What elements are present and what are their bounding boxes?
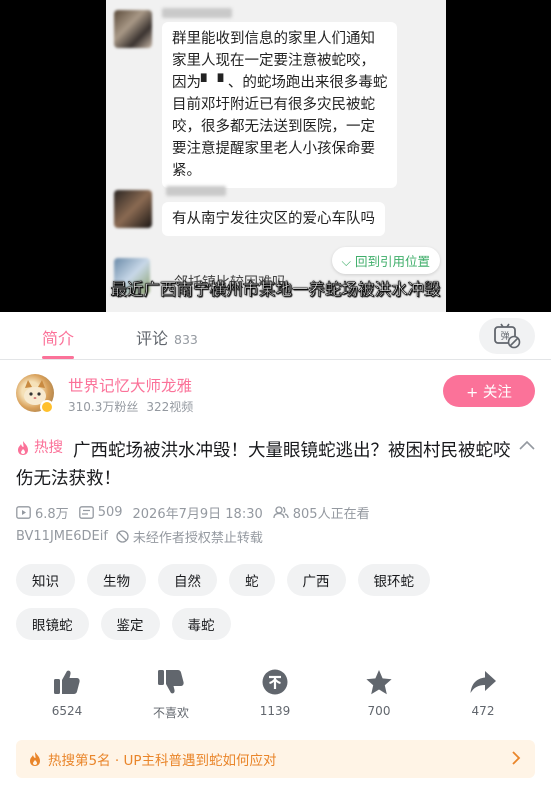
chat-message: 群里能收到信息的家里人们通知 家里人现在一定要注意被蛇咬， 因为▘▝ 、的蛇场跑… (162, 22, 398, 188)
dislike-label: 不喜欢 (152, 706, 189, 720)
watching-count: 805人正在看 (292, 506, 370, 522)
danmaku-toggle-button[interactable]: 弹 (479, 318, 535, 354)
video-count: 322视频 (146, 400, 194, 414)
bvid-line: BV11JME6DEif 未经作者授权禁止转载 (16, 527, 535, 546)
uploader-name[interactable]: 世界记忆大师龙雅 (68, 374, 192, 396)
title-section: 热搜 广西蛇场被洪水冲毁！大量眼镜蛇逃出？被困村民被蛇咬伤无法获救！ (0, 418, 551, 493)
play-count-icon (16, 505, 31, 519)
favorite-button[interactable]: 700 (339, 668, 419, 718)
tag-chip[interactable]: 自然 (158, 564, 217, 596)
tag-chip[interactable]: 鉴定 (100, 608, 160, 640)
chevron-up-icon[interactable] (519, 440, 535, 450)
share-arrow-icon (470, 671, 496, 693)
hot-search-banner[interactable]: 热搜第5名 · UP主科普遇到蛇如何应对 (16, 740, 535, 778)
action-bar: 6524 不喜欢 1139 700 472 (0, 668, 551, 721)
tag-list: 知识 生物 自然 蛇 广西 银环蛇 眼镜蛇 鉴定 毒蛇 (16, 564, 466, 640)
uploader-meta: 310.3万粉丝 322视频 (68, 398, 193, 415)
video-subtitle: 最近广西南宁横州市某地一养蛇场被洪水冲毁 (110, 280, 441, 300)
tag-chip[interactable]: 生物 (87, 564, 146, 596)
hot-search-text: 热搜第5名 · UP主科普遇到蛇如何应对 (48, 753, 277, 769)
jump-to-quote-button[interactable]: ⌵ 回到引用位置 (331, 247, 440, 274)
tab-intro[interactable]: 简介 (42, 325, 74, 349)
flame-icon (30, 752, 40, 766)
tag-chip[interactable]: 毒蛇 (171, 608, 231, 640)
thumbs-up-icon (54, 670, 80, 694)
share-count: 472 (471, 704, 495, 718)
coin-count: 1139 (259, 704, 291, 718)
jump-to-quote-label: 回到引用位置 (354, 254, 430, 269)
like-count: 6524 (51, 704, 83, 718)
danmaku-off-icon: 弹 (494, 323, 521, 349)
view-count: 6.8万 (35, 506, 69, 522)
blurred-avatar (114, 190, 152, 228)
copyright-notice: 未经作者授权禁止转载 (132, 531, 263, 546)
tag-chip[interactable]: 眼镜蛇 (16, 608, 89, 640)
video-chat-screenshot: 群里能收到信息的家里人们通知 家里人现在一定要注意被蛇咬， 因为▘▝ 、的蛇场跑… (106, 0, 446, 312)
tag-chip[interactable]: 知识 (16, 564, 75, 596)
flame-icon (18, 441, 28, 455)
coin-button[interactable]: 1139 (235, 668, 315, 718)
active-tab-indicator (42, 356, 74, 359)
video-player[interactable]: 群里能收到信息的家里人们通知 家里人现在一定要注意被蛇咬， 因为▘▝ 、的蛇场跑… (0, 0, 551, 312)
tag-chip[interactable]: 蛇 (229, 564, 275, 596)
star-icon (366, 669, 392, 694)
video-title[interactable]: 热搜 广西蛇场被洪水冲毁！大量眼镜蛇逃出？被困村民被蛇咬伤无法获救！ (16, 434, 511, 493)
share-button[interactable]: 472 (443, 668, 523, 718)
chat-message: 有从南宁发往灾区的爱心车队吗 (162, 202, 385, 236)
chevron-down-icon: ⌵ (341, 254, 355, 269)
coin-icon (262, 669, 288, 695)
uploader-section: 世界记忆大师龙雅 310.3万粉丝 322视频 + 关注 (0, 360, 551, 418)
tab-comments-label: 评论 (136, 329, 169, 348)
thumbs-down-icon (158, 670, 184, 694)
forbidden-icon (116, 530, 129, 543)
video-title-text: 广西蛇场被洪水冲毁！大量眼镜蛇逃出？被困村民被蛇咬伤无法获救！ (16, 441, 511, 489)
tab-bar: 简介 评论 833 弹 (0, 312, 551, 360)
hot-tag-label: 热搜 (34, 440, 63, 456)
verified-badge-icon (40, 400, 54, 414)
publish-date: 2026年7月9日 18:30 (132, 506, 263, 522)
video-stats: 6.8万 509 2026年7月9日 18:30 805人正在看 (16, 503, 535, 522)
dislike-button[interactable]: 不喜欢 (131, 668, 211, 721)
danmaku-count: 509 (97, 504, 123, 520)
chevron-right-icon (512, 751, 521, 765)
blurred-avatar (114, 10, 152, 48)
danmaku-count-icon (78, 505, 94, 519)
fans-count: 310.3万粉丝 (68, 400, 139, 414)
follow-button[interactable]: + 关注 (443, 375, 535, 407)
tab-comments[interactable]: 评论 833 (136, 325, 198, 349)
watching-people-icon (273, 505, 289, 518)
favorite-count: 700 (367, 704, 391, 718)
like-button[interactable]: 6524 (27, 668, 107, 718)
bvid[interactable]: BV11JME6DEif (16, 529, 108, 544)
hot-tag: 热搜 (16, 434, 63, 462)
tag-chip[interactable]: 广西 (286, 564, 346, 596)
tag-chip[interactable]: 银环蛇 (357, 564, 430, 596)
comment-count: 833 (174, 332, 198, 347)
